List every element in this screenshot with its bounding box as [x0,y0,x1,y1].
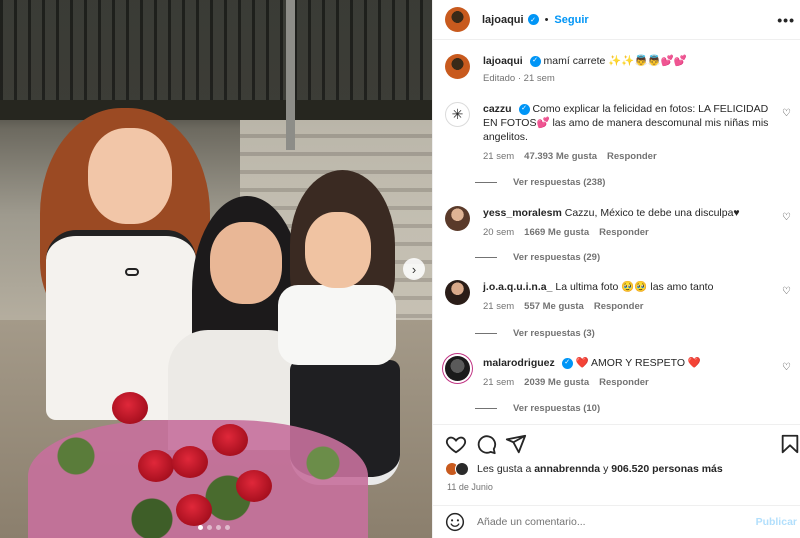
comment-time: 20 sem [483,227,515,238]
emoji-icon[interactable] [445,512,465,532]
post-date: 11 de Junio [447,482,493,492]
post-side-panel: lajoaqui ✓ • Seguir ••• lajoaqui ✓ mamí … [432,0,800,538]
heart-icon[interactable]: ♡ [782,108,791,119]
comment-likes[interactable]: 557 Me gusta [524,300,584,314]
author-username[interactable]: lajoaqui [482,14,524,26]
comment-username[interactable]: cazzu [483,103,512,115]
verified-icon: ✓ [529,55,541,67]
verified-icon: ✓ [518,103,530,115]
woman-face [210,222,282,304]
reply-button[interactable]: Responder [594,300,644,314]
carousel-next-button[interactable]: › [403,258,425,280]
comment-text: ❤️ AMOR Y RESPETO ❤️ [575,357,701,369]
view-replies-button[interactable]: Ver respuestas (3) [475,328,595,339]
liker-username[interactable]: annabrennda [534,463,600,475]
rose [212,424,248,456]
reply-button[interactable]: Responder [607,150,657,164]
photo-fence-base [0,100,432,120]
avatar[interactable] [445,54,470,79]
avatar[interactable] [445,356,470,381]
publish-button[interactable]: Publicar [756,516,797,528]
view-replies-button[interactable]: Ver respuestas (238) [475,177,605,188]
caption-text: mamí carrete ✨✨👼👼💕💕 [543,55,687,67]
comments-list[interactable]: lajoaqui ✓ mamí carrete ✨✨👼👼💕💕 Editado ·… [433,40,800,424]
bookmark-icon[interactable] [779,433,800,455]
share-icon[interactable] [505,433,527,455]
rose [236,470,272,502]
comment-likes[interactable]: 2039 Me gusta [524,376,589,390]
comment-text: La ultima foto 🥹🥹 las amo tanto [555,281,714,293]
rose [112,392,148,424]
view-replies-button[interactable]: Ver respuestas (10) [475,403,600,414]
carousel-dots [198,525,230,530]
comment-icon[interactable] [475,433,497,455]
avatar[interactable]: ✳ [445,102,470,127]
likes-prefix: Les gusta a [477,463,532,475]
avatar[interactable] [445,206,470,231]
verified-icon: ✓ [527,14,539,25]
comment-text: Cazzu, México te debe una disculpa♥ [564,207,740,219]
rose [138,450,174,482]
view-replies-button[interactable]: Ver respuestas (29) [475,252,600,263]
avatar[interactable] [445,280,470,305]
comment-input[interactable] [477,516,747,528]
carousel-dot [225,525,230,530]
comment-time: 21 sem [483,151,515,162]
comment-username[interactable]: j.o.a.q.u.i.n.a_ [483,281,552,293]
action-bar [433,424,800,464]
reply-button[interactable]: Responder [599,226,649,240]
likes-count[interactable]: 906.520 personas más [611,463,723,475]
carousel-dot-active [198,525,203,530]
post-header: lajoaqui ✓ • Seguir ••• [433,0,800,40]
comment-username[interactable]: yess_moralesm [483,207,562,219]
comment-likes[interactable]: 47.393 Me gusta [524,150,597,164]
heart-icon[interactable]: ♡ [782,212,791,223]
carousel-dot [216,525,221,530]
verified-icon: ✓ [561,357,573,369]
heart-icon[interactable]: ♡ [782,362,791,373]
chevron-right-icon: › [411,261,417,277]
comment-time: 21 sem [483,377,515,388]
author-avatar[interactable] [445,7,470,32]
heart-icon[interactable]: ♡ [782,286,791,297]
comment-username[interactable]: malarodriguez [483,357,555,369]
carousel-dot [207,525,212,530]
post-photo[interactable]: › [0,0,432,538]
add-comment-bar: Publicar [433,505,800,538]
rose [172,446,208,478]
shirt-logo [125,268,139,276]
liker-avatar [455,462,469,476]
reply-button[interactable]: Responder [599,376,649,390]
girl-right-shirt [278,285,396,365]
caption-username[interactable]: lajoaqui [483,55,523,67]
girl-left-face [88,128,172,224]
girl-right-face [305,212,371,288]
likes-middle: y [600,463,612,475]
follow-button[interactable]: Seguir [554,14,588,26]
photo-pole [286,0,295,150]
caption-meta: Editado · 21 sem [483,73,555,84]
heart-icon[interactable] [445,433,467,455]
comment-likes[interactable]: 1669 Me gusta [524,226,589,240]
header-separator: • [544,13,549,26]
likes-summary: Les gusta a annabrennda y 906.520 person… [445,462,723,476]
rose [176,494,212,526]
comment-time: 21 sem [483,301,515,312]
more-icon[interactable]: ••• [777,12,795,28]
